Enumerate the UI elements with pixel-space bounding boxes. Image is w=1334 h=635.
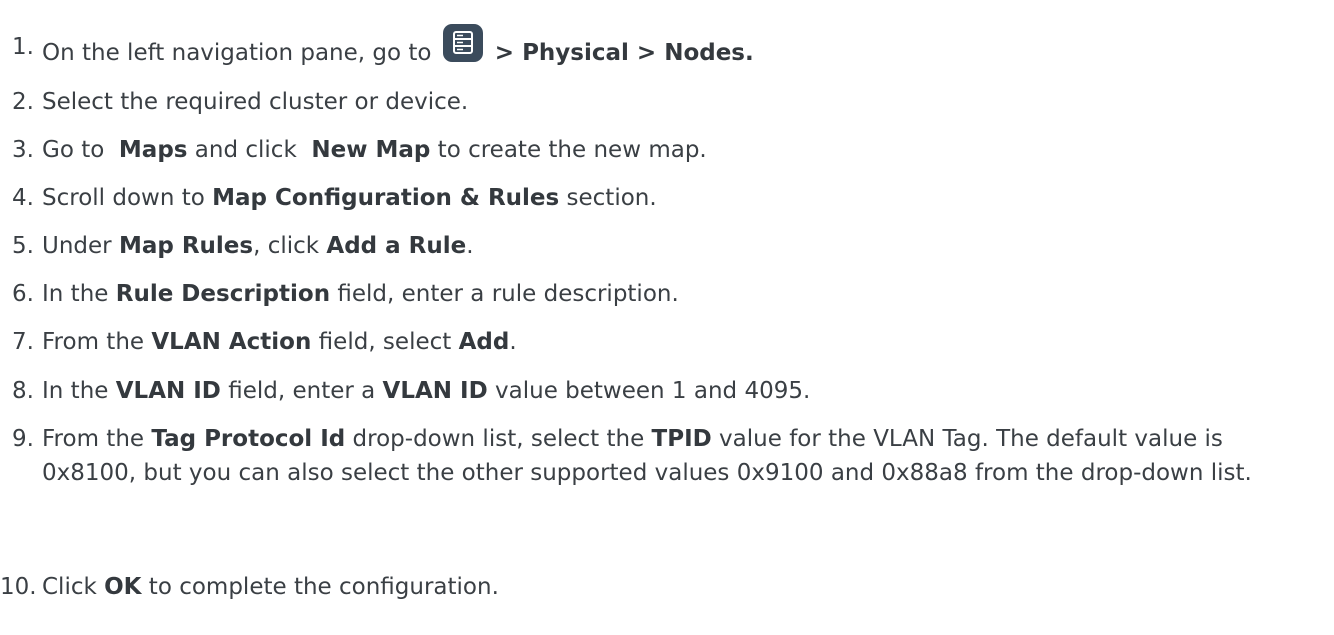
step-text: From the VLAN Action field, select Add. xyxy=(42,329,517,355)
step-text: In the VLAN ID field, enter a VLAN ID va… xyxy=(42,378,811,404)
step-number: 1. xyxy=(12,34,34,60)
step-5: 5. Under Map Rules, click Add a Rule. xyxy=(0,229,1322,263)
server-icon xyxy=(442,24,483,62)
procedure-steps-list: 1. On the left navigation pane, go to > … xyxy=(0,0,1334,635)
step-text: Click OK to complete the configuration. xyxy=(42,574,499,600)
step-number: 8. xyxy=(12,378,34,404)
step-6: 6. In the Rule Description field, enter … xyxy=(0,277,1322,311)
step-text: Go to Maps and click New Map to create t… xyxy=(42,137,707,163)
step-text: Under Map Rules, click Add a Rule. xyxy=(42,233,474,259)
step-10: 10. Click OK to complete the configurati… xyxy=(0,570,1322,604)
step-number: 3. xyxy=(12,137,34,163)
step-number: 2. xyxy=(12,89,34,115)
step-text: From the Tag Protocol Id drop-down list,… xyxy=(42,426,1252,486)
nav-path: > Physical > Nodes. xyxy=(486,40,754,66)
step-1: 1. On the left navigation pane, go to > … xyxy=(0,24,1322,70)
step-4: 4. Scroll down to Map Configuration & Ru… xyxy=(0,181,1322,215)
step-number: 6. xyxy=(12,281,34,307)
step-text: Select the required cluster or device. xyxy=(42,89,469,115)
step-7: 7. From the VLAN Action field, select Ad… xyxy=(0,325,1322,359)
step-9: 9. From the Tag Protocol Id drop-down li… xyxy=(0,422,1322,490)
step-number: 7. xyxy=(12,329,34,355)
step-2: 2. Select the required cluster or device… xyxy=(0,85,1322,119)
step-text: Scroll down to Map Configuration & Rules… xyxy=(42,185,657,211)
step-number: 4. xyxy=(12,185,34,211)
step-8: 8. In the VLAN ID field, enter a VLAN ID… xyxy=(0,374,1322,408)
step-3: 3. Go to Maps and click New Map to creat… xyxy=(0,133,1322,167)
step-number: 5. xyxy=(12,233,34,259)
step-number: 9. xyxy=(12,426,34,452)
step-number: 10. xyxy=(0,574,37,600)
step-text: On the left navigation pane, go to > Phy… xyxy=(42,24,1322,70)
step-text: In the Rule Description field, enter a r… xyxy=(42,281,679,307)
